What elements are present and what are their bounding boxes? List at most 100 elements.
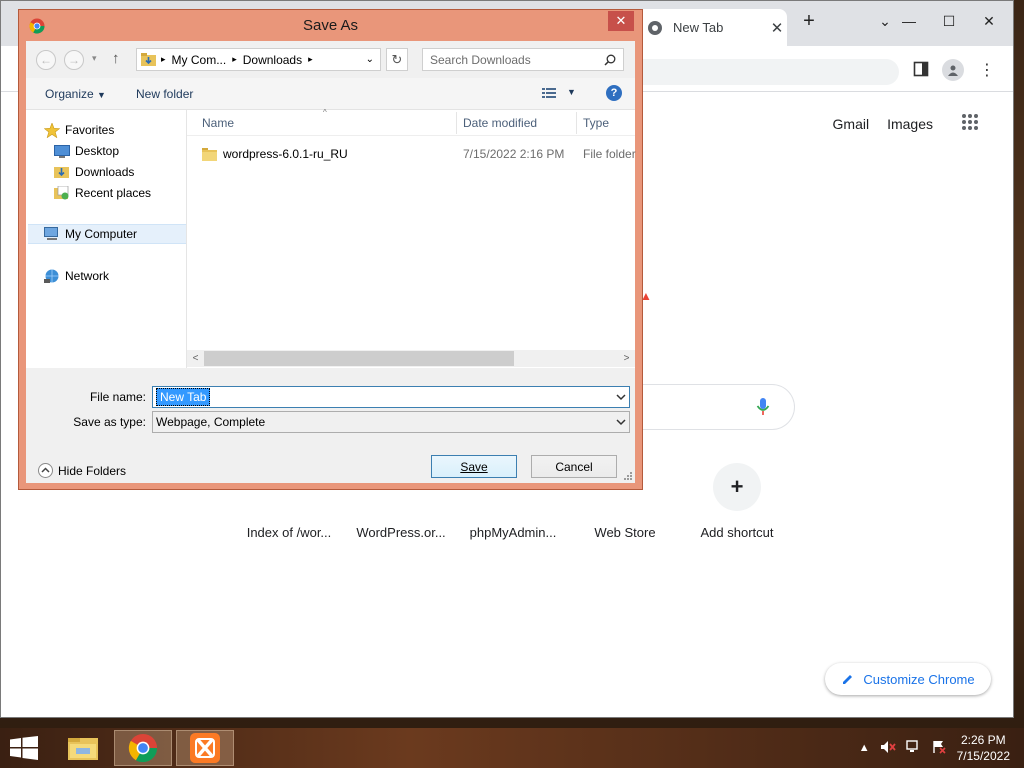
nav-network[interactable]: Network xyxy=(44,266,109,286)
back-button[interactable]: ← xyxy=(36,50,56,70)
search-icon xyxy=(604,54,616,66)
chevron-down-icon[interactable]: ⌄ xyxy=(366,54,374,65)
nav-recent-places[interactable]: Recent places xyxy=(54,183,151,203)
breadcrumb-my-computer[interactable]: My Com... xyxy=(166,53,233,67)
save-as-dialog: Save As ✕ ← → ▾ ↑ ▸ My Com... ▸ Download… xyxy=(18,9,643,490)
save-type-select[interactable]: Webpage, Complete xyxy=(152,411,630,433)
up-button[interactable]: ↑ xyxy=(112,50,120,67)
taskbar-clock[interactable]: 2:26 PM 7/15/2022 xyxy=(957,732,1010,764)
nav-computer-label: My Computer xyxy=(65,227,138,241)
column-headers: ^ Name Date modified Type xyxy=(187,108,635,136)
organize-label: Organize xyxy=(45,87,94,101)
action-center-icon[interactable] xyxy=(932,740,946,757)
nav-recent-label: Recent places xyxy=(75,186,152,200)
hide-folders-button[interactable]: Hide Folders xyxy=(38,463,126,478)
plus-icon: + xyxy=(803,9,815,32)
resize-grip-icon[interactable] xyxy=(622,470,632,480)
command-bar: Organize ▼ New folder ▼ ? xyxy=(26,78,635,110)
refresh-button[interactable]: ↻ xyxy=(386,48,408,71)
close-window-button[interactable]: ✕ xyxy=(969,7,1009,35)
new-folder-button[interactable]: New folder xyxy=(136,87,193,101)
scroll-left-icon[interactable]: < xyxy=(187,350,204,367)
shortcut-label: Index of /wor... xyxy=(246,525,332,540)
minimize-button[interactable]: — xyxy=(889,7,929,35)
file-name: wordpress-6.0.1-ru_RU xyxy=(223,147,348,161)
folder-icon xyxy=(202,147,217,164)
chrome-menu-icon[interactable]: ⋮ xyxy=(979,60,995,80)
sort-arrow-icon: ^ xyxy=(323,108,327,117)
dialog-titlebar[interactable]: Save As ✕ xyxy=(19,10,642,41)
profile-avatar[interactable] xyxy=(942,59,964,81)
clock-date: 7/15/2022 xyxy=(956,749,1010,763)
close-icon: ✕ xyxy=(983,12,995,29)
side-panel-icon[interactable] xyxy=(913,61,929,80)
nav-downloads[interactable]: Downloads xyxy=(54,162,134,182)
file-date: 7/15/2022 2:16 PM xyxy=(463,147,565,161)
horizontal-scrollbar[interactable]: < > xyxy=(187,350,635,367)
forward-button[interactable]: → xyxy=(64,50,84,70)
file-name-input[interactable]: New Tab xyxy=(152,386,630,408)
system-tray: ▲ 2:26 PM 7/15/2022 xyxy=(854,728,1024,768)
column-name[interactable]: Name xyxy=(202,116,234,130)
images-link[interactable]: Images xyxy=(887,116,933,132)
dialog-close-button[interactable]: ✕ xyxy=(608,11,634,31)
close-icon: ✕ xyxy=(615,13,627,28)
chevron-down-icon[interactable]: ▼ xyxy=(567,87,576,97)
customize-label: Customize Chrome xyxy=(863,671,975,687)
breadcrumb[interactable]: ▸ My Com... ▸ Downloads ▸ ⌄ xyxy=(136,48,381,71)
chrome-tab-icon xyxy=(648,20,662,35)
column-divider[interactable] xyxy=(576,112,577,134)
nav-desktop[interactable]: Desktop xyxy=(54,141,119,161)
recent-locations-icon[interactable]: ▾ xyxy=(92,53,97,64)
scrollbar-thumb[interactable] xyxy=(204,351,514,366)
maximize-button[interactable]: ☐ xyxy=(929,7,969,35)
customize-chrome-button[interactable]: Customize Chrome xyxy=(825,663,991,695)
show-hidden-icons[interactable]: ▲ xyxy=(859,742,870,754)
tab-title: New Tab xyxy=(673,20,724,35)
downloads-icon xyxy=(54,165,70,179)
new-tab-button[interactable]: + xyxy=(789,7,829,35)
shortcut-add[interactable]: + Add shortcut xyxy=(681,463,793,540)
column-divider[interactable] xyxy=(456,112,457,134)
arrow-up-icon: ↑ xyxy=(112,50,120,67)
taskbar: ▲ 2:26 PM 7/15/2022 xyxy=(0,728,1024,768)
nav-my-computer[interactable]: My Computer xyxy=(28,224,186,244)
details-view-icon xyxy=(542,88,556,98)
microphone-icon[interactable] xyxy=(756,397,770,420)
view-options-button[interactable] xyxy=(542,87,556,101)
refresh-icon: ↻ xyxy=(391,51,403,67)
tab-close-icon[interactable]: ✕ xyxy=(767,19,787,37)
arrow-left-icon: ← xyxy=(40,53,52,67)
apps-grid-icon[interactable] xyxy=(961,113,979,134)
column-type[interactable]: Type xyxy=(583,116,609,130)
scroll-right-icon[interactable]: > xyxy=(618,350,635,367)
gmail-link[interactable]: Gmail xyxy=(833,116,870,132)
downloads-folder-icon xyxy=(141,52,156,66)
chevron-right-icon: ▸ xyxy=(308,54,313,64)
chrome-icon xyxy=(128,733,158,763)
network-icon[interactable] xyxy=(905,739,922,757)
nav-favorites[interactable]: Favorites xyxy=(44,120,114,140)
volume-muted-icon[interactable] xyxy=(880,740,896,757)
chevron-down-icon[interactable] xyxy=(616,391,626,403)
organize-button[interactable]: Organize ▼ xyxy=(45,87,106,101)
tab-new-tab[interactable]: New Tab ✕ xyxy=(637,9,787,46)
shortcut-label: phpMyAdmin... xyxy=(469,525,557,540)
file-explorer-icon xyxy=(68,738,98,760)
dialog-navbar: ← → ▾ ↑ ▸ My Com... ▸ Downloads ▸ ⌄ ↻ Se… xyxy=(26,41,635,78)
breadcrumb-downloads[interactable]: Downloads xyxy=(237,53,308,67)
shortcut-label: Add shortcut xyxy=(700,525,774,540)
search-input[interactable]: Search Downloads xyxy=(422,48,624,71)
chrome-taskbar[interactable] xyxy=(114,730,172,766)
xampp-taskbar[interactable] xyxy=(176,730,234,766)
column-date-modified[interactable]: Date modified xyxy=(463,116,537,130)
file-list: ^ Name Date modified Type wordpress-6.0.… xyxy=(187,108,636,368)
file-explorer-taskbar[interactable] xyxy=(54,730,112,766)
nav-downloads-label: Downloads xyxy=(75,165,135,179)
cancel-button[interactable]: Cancel xyxy=(531,455,617,478)
chevron-down-icon[interactable] xyxy=(616,416,626,428)
help-icon[interactable]: ? xyxy=(606,85,622,101)
save-button[interactable]: Save xyxy=(431,455,517,478)
file-row[interactable]: wordpress-6.0.1-ru_RU 7/15/2022 2:16 PM … xyxy=(187,144,636,164)
windows-start-icon[interactable] xyxy=(10,736,38,760)
